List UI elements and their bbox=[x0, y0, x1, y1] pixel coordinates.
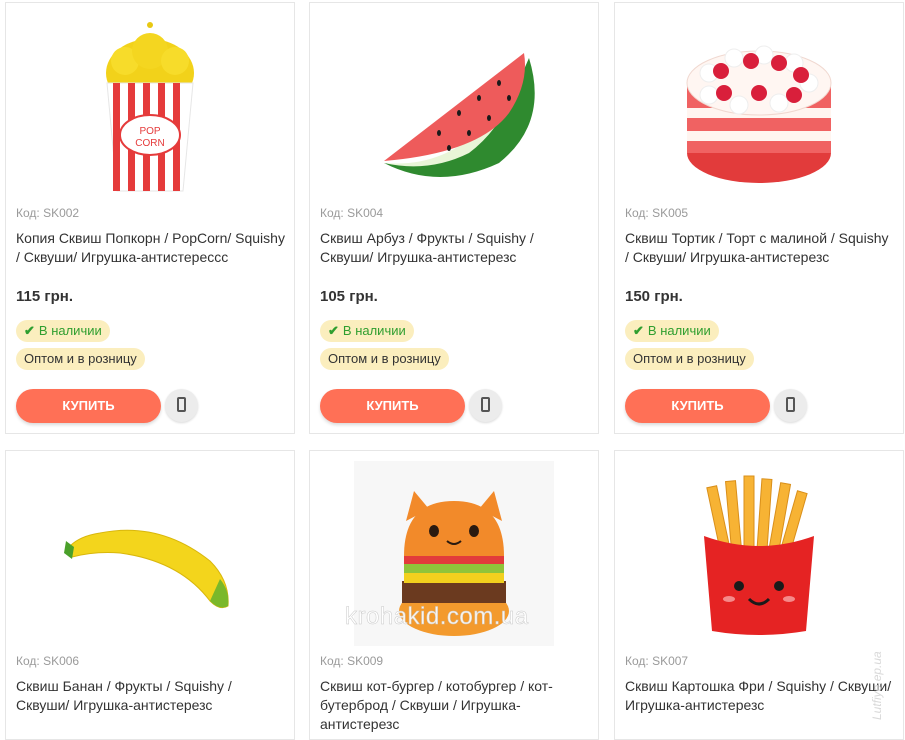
in-stock-badge: ✔ В наличии bbox=[320, 320, 414, 342]
phone-icon bbox=[786, 397, 795, 412]
check-icon: ✔ bbox=[633, 323, 644, 338]
fries-image[interactable] bbox=[615, 461, 903, 646]
phone-order-button[interactable] bbox=[469, 389, 502, 422]
cake-image[interactable] bbox=[615, 13, 903, 198]
product-code: Код: SK002 bbox=[16, 206, 80, 220]
product-card[interactable]: POP CORN Код: SK002 Копия Сквиш Попкорн … bbox=[5, 2, 295, 434]
banana-image[interactable] bbox=[6, 461, 294, 646]
svg-text:POP: POP bbox=[139, 126, 160, 137]
product-title-link[interactable]: Сквиш Тортик / Торт с малиной / Squishy … bbox=[625, 229, 895, 267]
product-title-link[interactable]: Сквиш Банан / Фрукты / Squishy / Сквуши/… bbox=[16, 677, 286, 715]
product-price: 150 грн. bbox=[625, 288, 683, 305]
side-watermark: Lutfiye.ep.ua bbox=[870, 651, 884, 720]
product-card[interactable]: Код: SK006 Сквиш Банан / Фрукты / Squish… bbox=[5, 450, 295, 740]
product-title-link[interactable]: Сквиш Картошка Фри / Squishy / Сквуши/ И… bbox=[625, 677, 895, 715]
product-card[interactable]: Код: SK004 Сквиш Арбуз / Фрукты / Squish… bbox=[309, 2, 599, 434]
phone-icon bbox=[481, 397, 490, 412]
product-price: 115 грн. bbox=[16, 288, 74, 305]
phone-icon bbox=[177, 397, 186, 412]
site-watermark: krohakid.com.ua bbox=[345, 603, 529, 631]
product-card[interactable]: Код: SK009 Сквиш кот-бургер / котобургер… bbox=[309, 450, 599, 740]
check-icon: ✔ bbox=[328, 323, 339, 338]
product-title-link[interactable]: Сквиш кот-бургер / котобургер / кот-буте… bbox=[320, 677, 590, 734]
buy-button[interactable]: КУПИТЬ bbox=[625, 389, 770, 423]
buy-button[interactable]: КУПИТЬ bbox=[16, 389, 161, 423]
in-stock-badge: ✔ В наличии bbox=[625, 320, 719, 342]
product-price: 105 грн. bbox=[320, 288, 378, 305]
watermelon-image[interactable] bbox=[310, 13, 598, 198]
popcorn-image[interactable]: POP CORN bbox=[6, 13, 294, 198]
product-title-link[interactable]: Копия Сквиш Попкорн / PopCorn/ Squishy /… bbox=[16, 229, 286, 267]
product-code: Код: SK009 bbox=[320, 654, 384, 668]
product-code: Код: SK004 bbox=[320, 206, 384, 220]
wholesale-badge: Оптом и в розницу bbox=[320, 348, 449, 370]
check-icon: ✔ bbox=[24, 323, 35, 338]
wholesale-badge: Оптом и в розницу bbox=[16, 348, 145, 370]
product-code: Код: SK007 bbox=[625, 654, 689, 668]
product-code: Код: SK005 bbox=[625, 206, 689, 220]
product-code: Код: SK006 bbox=[16, 654, 80, 668]
in-stock-badge: ✔ В наличии bbox=[16, 320, 110, 342]
phone-order-button[interactable] bbox=[165, 389, 198, 422]
buy-button[interactable]: КУПИТЬ bbox=[320, 389, 465, 423]
product-title-link[interactable]: Сквиш Арбуз / Фрукты / Squishy / Сквуши/… bbox=[320, 229, 590, 267]
svg-text:CORN: CORN bbox=[135, 138, 164, 149]
phone-order-button[interactable] bbox=[774, 389, 807, 422]
wholesale-badge: Оптом и в розницу bbox=[625, 348, 754, 370]
product-card[interactable]: Код: SK005 Сквиш Тортик / Торт с малиной… bbox=[614, 2, 904, 434]
product-card[interactable]: Код: SK007 Сквиш Картошка Фри / Squishy … bbox=[614, 450, 904, 740]
